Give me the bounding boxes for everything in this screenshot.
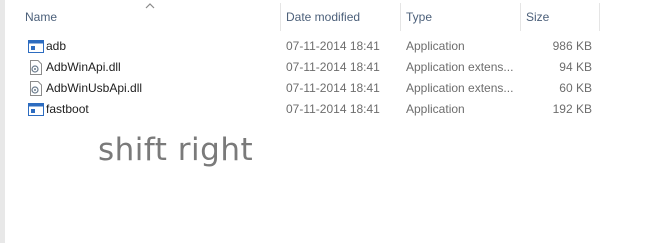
overlay-caption: shift right (98, 132, 254, 168)
file-name: adb (46, 39, 67, 53)
file-date-modified: 07-11-2014 18:41 (286, 60, 380, 74)
column-divider[interactable] (280, 3, 281, 31)
column-divider[interactable] (599, 3, 600, 31)
column-divider[interactable] (400, 3, 401, 31)
column-header-date-modified[interactable]: Date modified (286, 0, 396, 34)
file-date-modified: 07-11-2014 18:41 (286, 102, 380, 116)
file-date-modified: 07-11-2014 18:41 (286, 39, 380, 53)
column-header-bar: Name Date modified Type Size (5, 0, 605, 34)
file-list: adb 07-11-2014 18:41 Application 986 KB … (5, 36, 605, 120)
dll-icon (30, 81, 42, 96)
file-row[interactable]: adb 07-11-2014 18:41 Application 986 KB (5, 36, 605, 57)
file-row[interactable]: AdbWinApi.dll 07-11-2014 18:41 Applicati… (5, 57, 605, 78)
app-icon (28, 103, 44, 116)
file-name: AdbWinApi.dll (46, 60, 121, 74)
file-row[interactable]: AdbWinUsbApi.dll 07-11-2014 18:41 Applic… (5, 78, 605, 99)
file-date-modified: 07-11-2014 18:41 (286, 81, 380, 95)
file-name: fastboot (46, 102, 89, 116)
file-name: AdbWinUsbApi.dll (46, 81, 143, 95)
column-divider[interactable] (520, 3, 521, 31)
file-size: 60 KB (559, 81, 592, 95)
dll-icon (30, 60, 42, 75)
column-header-size[interactable]: Size (526, 0, 596, 34)
file-type: Application extens... (406, 81, 514, 95)
file-type: Application (406, 39, 465, 53)
file-type: Application extens... (406, 60, 514, 74)
file-size: 192 KB (552, 102, 592, 116)
file-row[interactable]: fastboot 07-11-2014 18:41 Application 19… (5, 99, 605, 120)
file-type: Application (406, 102, 465, 116)
file-size: 986 KB (552, 39, 592, 53)
column-header-name[interactable]: Name (25, 0, 275, 34)
column-header-type[interactable]: Type (406, 0, 516, 34)
file-size: 94 KB (559, 60, 592, 74)
app-icon (28, 40, 44, 53)
